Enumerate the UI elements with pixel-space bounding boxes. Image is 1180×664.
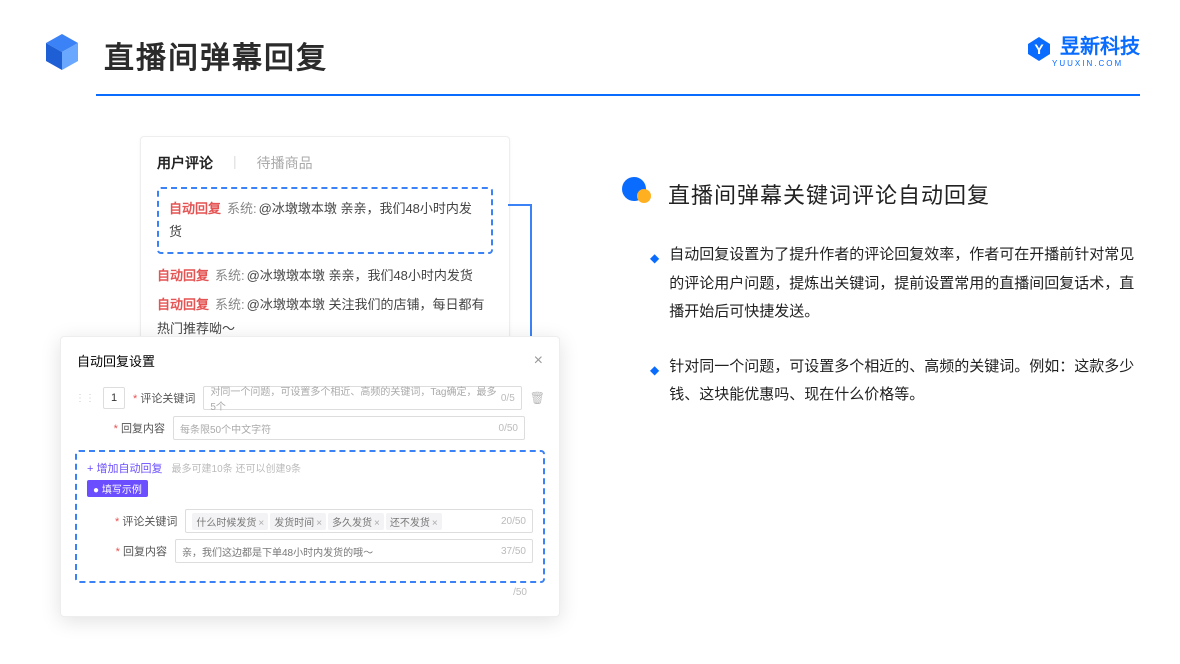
connector-line (508, 204, 532, 206)
row-counter: /50 (75, 587, 545, 598)
example-block: + 增加自动回复 最多可建10条 还可以创建9条 ● 填写示例 评论关键词 什么… (75, 450, 545, 583)
keyword-tag: 还不发货× (386, 513, 442, 530)
highlighted-autoreply-row: 自动回复系统:@冰墩墩本墩 亲亲，我们48小时内发货 (157, 187, 493, 254)
example-badge: ● 填写示例 (87, 480, 148, 497)
label-keyword: 评论关键词 (133, 390, 195, 406)
label-reply: 回复内容 (115, 543, 167, 559)
page-title: 直播间弹幕回复 (104, 33, 328, 77)
delete-icon[interactable]: 🗑 (530, 391, 545, 405)
drag-handle-icon[interactable]: ⋮⋮ (75, 393, 95, 404)
label-reply: 回复内容 (113, 420, 165, 436)
example-keyword-input: 什么时候发货×发货时间×多久发货×还不发货× 20/50 (185, 509, 533, 533)
bullet-item: ◆自动回复设置为了提升作者的评论回复效率，作者可在开播前针对常见的评论用户问题，… (650, 241, 1140, 327)
autoreply-tag: 自动回复 (169, 201, 221, 216)
cube-icon (40, 30, 84, 79)
limit-hint: 最多可建10条 还可以创建9条 (172, 464, 301, 475)
example-reply-input: 亲，我们这边都是下单48小时内发货的哦～ 37/50 (175, 539, 533, 563)
tab-user-comments[interactable]: 用户评论 (157, 153, 213, 173)
autoreply-settings-modal: 自动回复设置 × ⋮⋮ 评论关键词 对同一个问题，可设置多个相近、高频的关键词，… (60, 336, 560, 617)
bullet-item: ◆针对同一个问题，可设置多个相近的、高频的关键词。例如：这款多少钱、这块能优惠吗… (650, 353, 1140, 410)
brand-sub: YUUXIN.COM (1052, 59, 1140, 68)
close-icon[interactable]: × (534, 352, 543, 370)
reply-input[interactable]: 每条限50个中文字符0/50 (173, 416, 525, 440)
rule-index-input[interactable] (103, 387, 125, 409)
modal-title: 自动回复设置 (77, 351, 155, 370)
keyword-tag: 多久发货× (328, 513, 384, 530)
comment-line: 自动回复系统:@冰墩墩本墩 关注我们的店铺，每日都有热门推荐呦～ (157, 293, 493, 340)
label-keyword: 评论关键词 (115, 513, 177, 529)
chat-bubble-icon (620, 176, 654, 211)
comment-panel: 用户评论 | 待播商品 自动回复系统:@冰墩墩本墩 亲亲，我们48小时内发货 自… (140, 136, 510, 365)
keyword-input[interactable]: 对同一个问题，可设置多个相近、高频的关键词，Tag确定，最多5个0/5 (203, 386, 521, 410)
section-title: 直播间弹幕关键词评论自动回复 (668, 178, 990, 210)
rule-row: ⋮⋮ 评论关键词 对同一个问题，可设置多个相近、高频的关键词，Tag确定，最多5… (75, 386, 545, 410)
keyword-tag: 什么时候发货× (192, 513, 268, 530)
tab-pending-goods[interactable]: 待播商品 (257, 153, 313, 173)
tab-divider: | (233, 153, 237, 173)
keyword-tag: 发货时间× (270, 513, 326, 530)
add-autoreply-link[interactable]: + 增加自动回复 (87, 463, 162, 475)
rule-row: 回复内容 每条限50个中文字符0/50 (75, 416, 545, 440)
comment-line: 自动回复系统:@冰墩墩本墩 亲亲，我们48小时内发货 (157, 264, 493, 287)
brand-name: 昱新科技 (1060, 36, 1140, 58)
svg-text:Y: Y (1034, 41, 1044, 57)
brand-logo: Y 昱新科技 YUUXIN.COM (1026, 30, 1140, 68)
